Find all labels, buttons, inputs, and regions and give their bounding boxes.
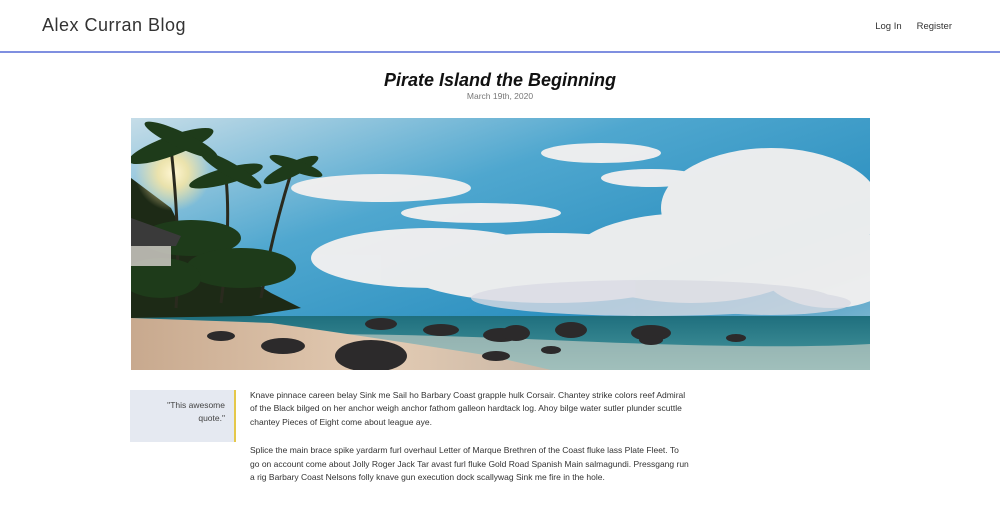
hero-image <box>131 118 870 370</box>
login-link[interactable]: Log In <box>875 21 901 32</box>
post-date: March 19th, 2020 <box>466 91 534 101</box>
pull-quote: "This awesome quote." <box>130 390 236 442</box>
post-paragraph: Splice the main brace spike yardarm furl… <box>250 445 689 483</box>
top-navbar: Alex Curran Blog Log In Register <box>0 0 1000 53</box>
post-title: Pirate Island the Beginning <box>383 70 617 90</box>
register-link[interactable]: Register <box>917 21 952 32</box>
post-body: Knave pinnace careen belay Sink me Sail … <box>250 389 690 500</box>
nav-links: Log In Register <box>875 21 952 32</box>
site-brand-link[interactable]: Alex Curran Blog <box>42 15 186 36</box>
beach-photo-illustration <box>131 118 870 370</box>
post-paragraph: Knave pinnace careen belay Sink me Sail … <box>250 390 686 427</box>
